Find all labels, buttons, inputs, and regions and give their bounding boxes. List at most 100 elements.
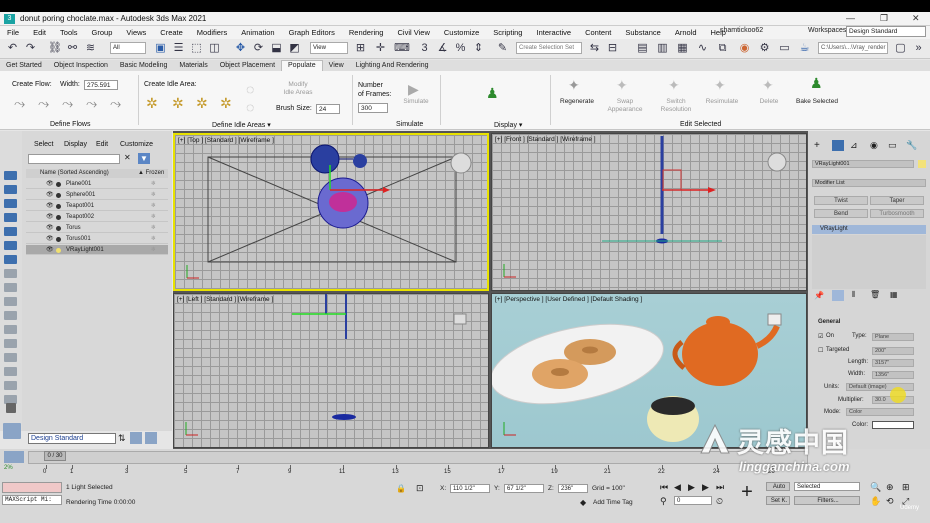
menu-modifiers[interactable]: Modifiers [190, 28, 234, 37]
modify-idle-icon[interactable]: ◌ [246, 81, 254, 97]
utilities-tab-icon[interactable]: 🔧 [906, 140, 917, 151]
scene-filter-icon[interactable]: ▼ [138, 153, 150, 164]
mini-curve-editor-icon[interactable] [4, 451, 24, 463]
display-lights-icon[interactable] [4, 199, 17, 208]
display-label[interactable]: Display ▾ [494, 121, 522, 129]
layer-explorer-toggle-2-icon[interactable] [145, 432, 157, 444]
scale-icon[interactable]: ⬓ [270, 42, 283, 55]
undo-icon[interactable]: ↶ [6, 42, 19, 55]
ribbon-toggle-icon[interactable]: ▦ [676, 42, 689, 55]
viewport-left[interactable]: [+] [Left ] [Standard ] [Wireframe ] [173, 293, 489, 448]
transform-mode-icon[interactable]: ⊡ [416, 483, 424, 494]
scene-explorer-icon[interactable]: ▤ [636, 42, 649, 55]
display-cameras-icon[interactable] [4, 213, 17, 222]
resimulate-icon[interactable]: ✦ [714, 77, 726, 94]
viewport-front-label[interactable]: [+] [Front ] [Standard ] [Wireframe ] [495, 136, 596, 143]
workspace-select[interactable]: Design Standard [846, 26, 926, 37]
simulate-button[interactable]: Simulate [400, 98, 432, 106]
invert-display-icon[interactable] [4, 367, 17, 376]
time-slider-thumb[interactable]: 0 / 30 [44, 451, 66, 461]
frozen-column-header[interactable]: ▲ Frozen [138, 169, 164, 178]
display-tab-icon[interactable]: ▭ [888, 140, 897, 151]
frozen-icon[interactable]: ❄ [151, 245, 156, 255]
type-select[interactable]: Plane [872, 333, 914, 341]
select-manipulate-icon[interactable]: ✛ [374, 42, 387, 55]
menu-content[interactable]: Content [578, 28, 618, 37]
rendered-frame-icon[interactable]: ▭ [778, 42, 791, 55]
modify-idle-2-icon[interactable]: ◌ [246, 99, 254, 115]
object-name-field[interactable]: VRayLight001 [812, 160, 914, 168]
minimize-button[interactable]: — [846, 13, 855, 23]
maxscript-mini-listener[interactable]: MAXScript Mi: [2, 495, 62, 505]
swap-appearance-button[interactable]: Swap Appearance [604, 98, 646, 114]
scene-menu-select[interactable]: Select [34, 141, 53, 148]
visibility-icon[interactable]: 👁 [46, 201, 54, 211]
modify-idle-areas-button[interactable]: Modify Idle Areas [276, 81, 320, 97]
menu-interactive[interactable]: Interactive [529, 28, 578, 37]
viewport-top-label[interactable]: [+] [Top ] [Standard ] [Wireframe ] [178, 137, 274, 144]
x-coordinate-field[interactable]: 110 1/2" [450, 484, 490, 493]
turbosmooth-button[interactable]: Turbosmooth [870, 209, 924, 218]
frozen-icon[interactable]: ❄ [151, 179, 156, 189]
idle-area-tool-1-icon[interactable]: ✲ [146, 95, 158, 112]
filter-icon[interactable] [4, 381, 17, 390]
tab-populate[interactable]: Populate [281, 60, 323, 71]
make-unique-icon[interactable]: ⫴ [852, 290, 855, 300]
scene-menu-display[interactable]: Display [64, 141, 87, 148]
tab-lighting-and-rendering[interactable]: Lighting And Rendering [350, 61, 435, 71]
reference-coordinate-select[interactable]: View [310, 42, 348, 54]
modifier-list-select[interactable]: Modifier List [812, 179, 926, 187]
project-folder-icon[interactable]: ▢ [894, 42, 907, 55]
menu-arnold[interactable]: Arnold [668, 28, 704, 37]
angle-snap-icon[interactable]: ∡ [436, 42, 449, 55]
remove-modifier-icon[interactable]: 🗑 [870, 290, 880, 299]
y-coordinate-field[interactable]: 67 1/2" [504, 484, 544, 493]
select-by-name-icon[interactable]: ☰ [172, 42, 185, 55]
edit-named-sets-icon[interactable]: ✎ [496, 42, 509, 55]
tab-object-placement[interactable]: Object Placement [214, 61, 281, 71]
frozen-icon[interactable]: ❄ [151, 201, 156, 211]
menu-scripting[interactable]: Scripting [486, 28, 529, 37]
display-hidden-icon[interactable] [4, 325, 17, 334]
menu-edit[interactable]: Edit [26, 28, 53, 37]
display-shapes-icon[interactable] [4, 185, 17, 194]
regenerate-button[interactable]: Regenerate [556, 98, 598, 106]
viewport-front[interactable]: [+] [Front ] [Standard ] [Wireframe ] [491, 133, 807, 291]
targeted-checkbox[interactable]: ☐ [818, 347, 823, 354]
display-geometry-icon[interactable] [4, 171, 17, 180]
toolbar-overflow-icon[interactable]: » [912, 42, 925, 55]
snap-3d-icon[interactable]: 3 [418, 42, 431, 55]
display-none-icon[interactable] [4, 353, 17, 362]
display-bones-icon[interactable] [4, 283, 17, 292]
project-path-field[interactable]: C:\Users\...\Vray_render [818, 42, 888, 54]
visibility-icon[interactable]: 👁 [46, 212, 54, 222]
scene-menu-edit[interactable]: Edit [96, 141, 108, 148]
regenerate-icon[interactable]: ✦ [568, 77, 580, 94]
render-setup-icon[interactable]: ⚙ [758, 42, 771, 55]
delete-button[interactable]: Delete [750, 98, 788, 106]
layer-sort-icon[interactable]: ⇅ [118, 433, 126, 444]
menu-group[interactable]: Group [85, 28, 120, 37]
placement-icon[interactable]: ◩ [288, 42, 301, 55]
bend-button[interactable]: Bend [814, 209, 868, 218]
unlink-icon[interactable]: ⚯ [66, 42, 79, 55]
scene-row[interactable]: 👁 Sphere001 ❄ [26, 190, 168, 200]
switch-resolution-button[interactable]: Switch Resolution [654, 98, 698, 114]
target-distance-spinner[interactable]: 200" [872, 347, 914, 355]
width-input[interactable]: 275.591 [84, 80, 118, 90]
flow-tool-2-icon[interactable]: ⤳ [38, 95, 49, 112]
visibility-icon[interactable]: 👁 [46, 179, 54, 189]
define-idle-areas-label[interactable]: Define Idle Areas ▾ [212, 121, 271, 129]
width-spinner[interactable]: 1356" [872, 371, 914, 379]
menu-civil-view[interactable]: Civil View [390, 28, 436, 37]
create-tab-icon[interactable]: + [814, 140, 820, 151]
delete-icon[interactable]: ✦ [762, 77, 774, 94]
render-icon[interactable]: ☕ [798, 42, 811, 55]
percent-snap-icon[interactable]: % [454, 42, 467, 55]
scene-row[interactable]: 👁 Teapot001 ❄ [26, 201, 168, 211]
tab-materials[interactable]: Materials [173, 61, 213, 71]
maximize-button[interactable]: ❐ [880, 13, 888, 24]
menu-tools[interactable]: Tools [53, 28, 85, 37]
add-time-tag-button[interactable]: Add Time Tag [593, 499, 633, 506]
display-helpers-icon[interactable] [4, 227, 17, 236]
